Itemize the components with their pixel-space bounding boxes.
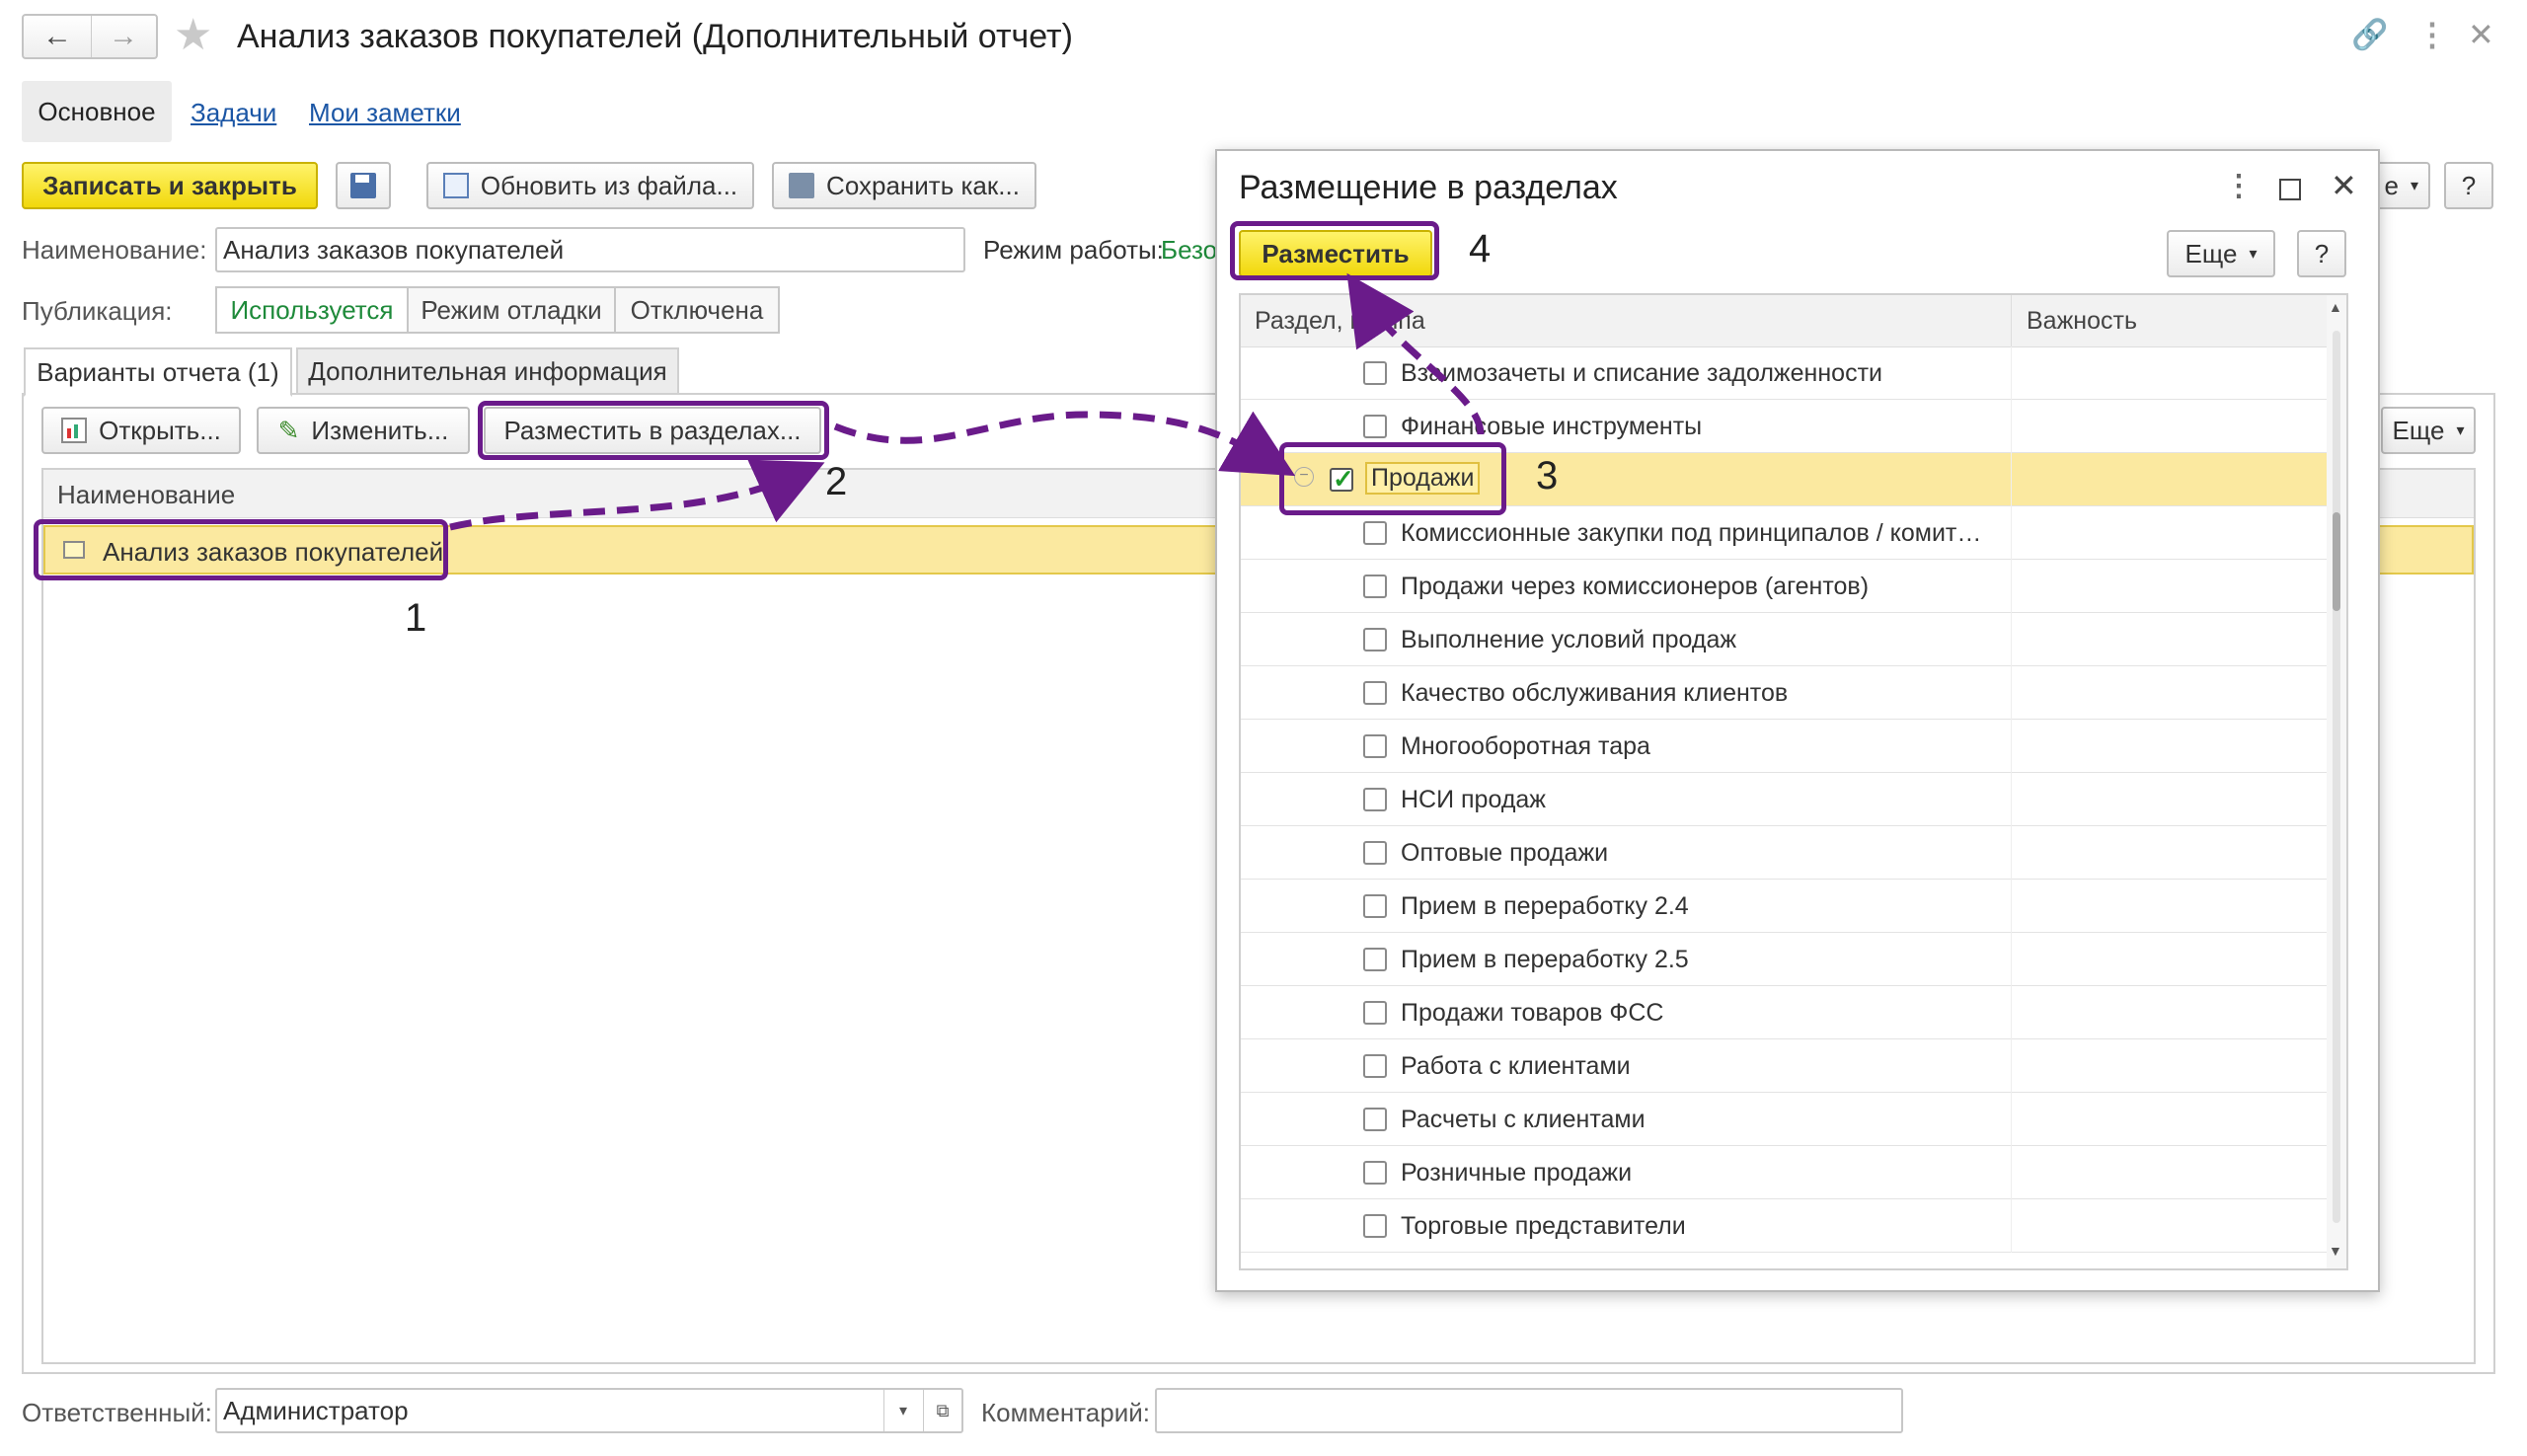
arrow-3-to-4 xyxy=(1346,272,1485,435)
arrow-2-to-3 xyxy=(833,411,1296,477)
annotation-arrows xyxy=(449,272,1485,531)
arrow-1-to-2 xyxy=(449,459,825,531)
